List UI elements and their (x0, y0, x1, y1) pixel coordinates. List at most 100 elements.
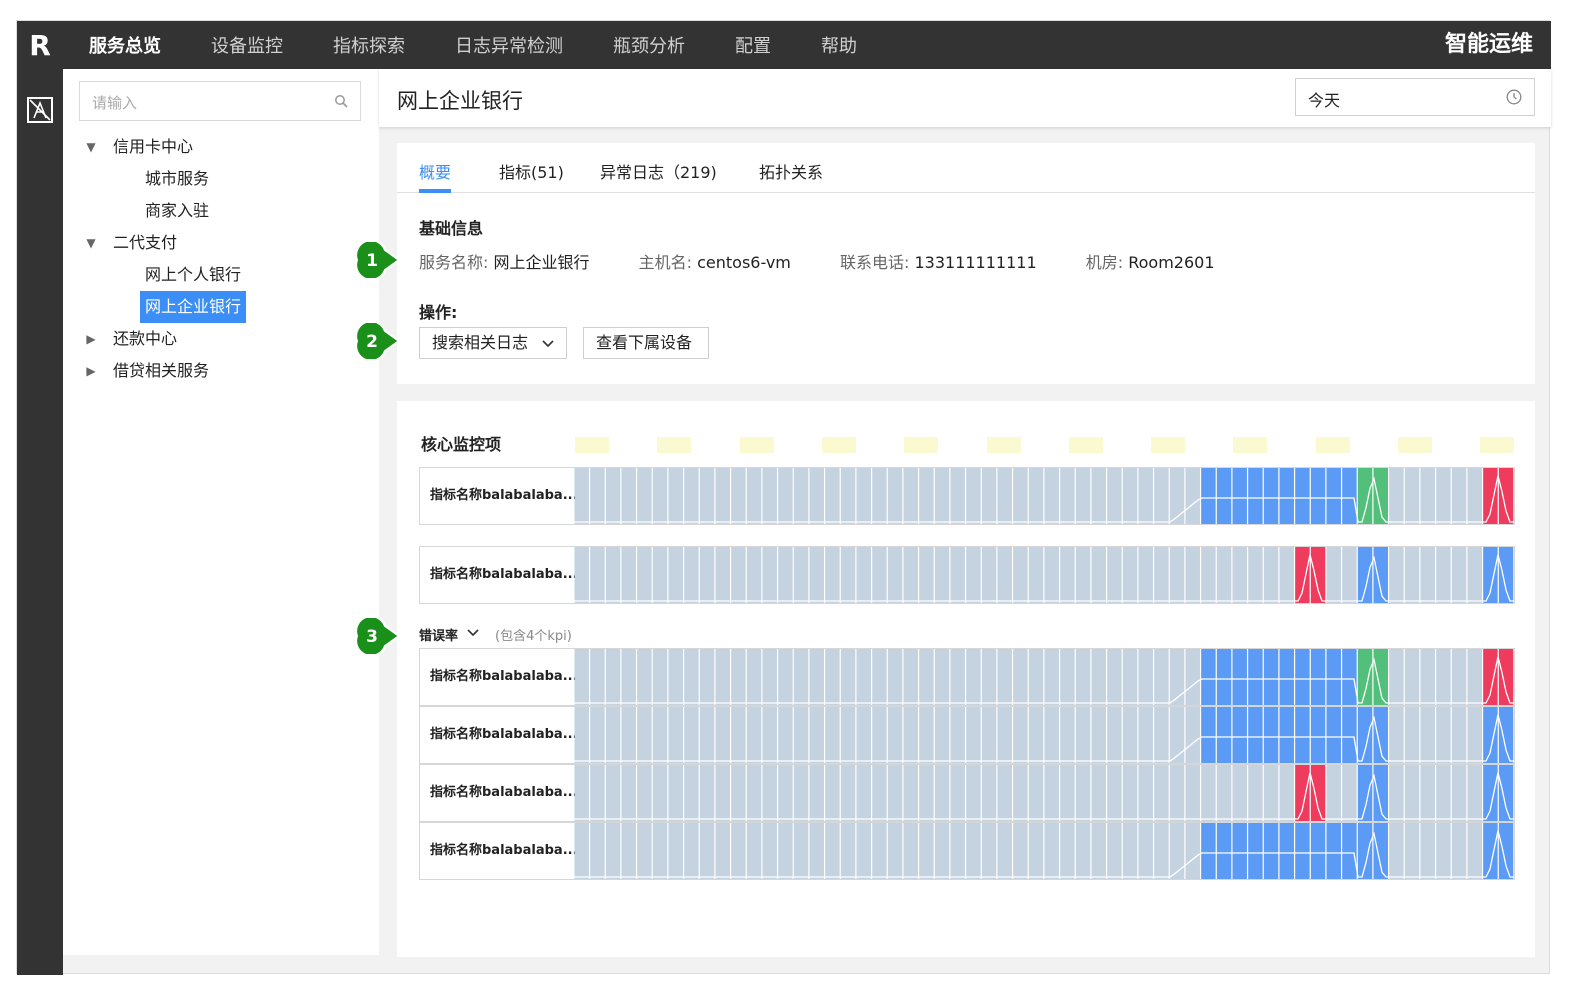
trend-line (574, 554, 1514, 602)
tab-bar: 概要 指标(51) 异常日志（219) 拓扑关系 (397, 143, 1535, 193)
heatmap-cell (1420, 823, 1435, 879)
heatmap-cell (809, 707, 824, 763)
heatmap-cell (1169, 707, 1185, 763)
heatmap-cell (1467, 707, 1482, 763)
heatmap-cell (1138, 765, 1153, 821)
tree-node-second-gen-payment[interactable]: ▼ 二代支付 (81, 227, 371, 259)
search-icon[interactable] (334, 94, 348, 108)
heatmap-cell (1451, 765, 1467, 821)
heatmap-cell (684, 468, 699, 524)
metric-row[interactable]: 指标名称balabalaba... (419, 467, 1515, 525)
metric-row-label: 指标名称balabalaba... (430, 488, 575, 503)
search-logs-dropdown[interactable]: 搜索相关日志 (419, 327, 567, 359)
nav-item-log-anomaly[interactable]: 日志异常检测 (455, 32, 563, 58)
heatmap-cell (1091, 468, 1106, 524)
heatmap-cell (1451, 547, 1467, 603)
heatmap-cell (621, 468, 636, 524)
heatmap-cell (809, 547, 824, 603)
nav-item-config[interactable]: 配置 (735, 32, 771, 58)
time-marker-chip (1233, 437, 1268, 453)
heatmap-cell (1122, 649, 1138, 705)
heatmap-cell (809, 823, 824, 879)
error-rate-group-label[interactable]: 错误率 (419, 625, 458, 644)
heatmap-cell (966, 468, 981, 524)
metric-row[interactable]: 指标名称balabalaba... (419, 822, 1515, 880)
font-a-icon[interactable] (27, 97, 53, 123)
step-badge-3: 3 (355, 618, 401, 654)
tab-overview[interactable]: 概要 (419, 159, 451, 183)
metric-row[interactable]: 指标名称balabalaba... (419, 706, 1515, 764)
heatmap-cell (590, 649, 605, 705)
search-input[interactable]: 请输入 (79, 81, 361, 121)
metric-row[interactable]: 指标名称balabalaba... (419, 546, 1515, 604)
nav-item-device-monitor[interactable]: 设备监控 (211, 32, 283, 58)
tab-topology[interactable]: 拓扑关系 (759, 159, 823, 183)
heatmap-cell (1091, 823, 1106, 879)
tab-anomaly-logs[interactable]: 异常日志（219) (600, 159, 717, 183)
heatmap-cell (731, 765, 746, 821)
nav-item-help[interactable]: 帮助 (821, 32, 857, 58)
heatmap-cell (715, 823, 730, 879)
view-devices-button[interactable]: 查看下属设备 (583, 327, 709, 359)
heatmap-cell (903, 547, 918, 603)
tree-node-corporate-banking[interactable]: 网上企业银行 (81, 291, 371, 323)
anomaly-cell (1373, 707, 1388, 763)
metric-row[interactable]: 指标名称balabalaba... (419, 648, 1515, 706)
heatmap-cell (1060, 468, 1075, 524)
heatmap-cell (793, 547, 809, 603)
heatmap-cell (746, 707, 762, 763)
caret-down-icon[interactable]: ▼ (83, 131, 99, 163)
heatmap-cell (825, 547, 840, 603)
time-marker-chip (1315, 437, 1350, 453)
heatmap-cell (1028, 707, 1044, 763)
heatmap-cell (1138, 823, 1153, 879)
anomaly-cell (1295, 649, 1310, 705)
clock-icon (1506, 89, 1522, 105)
nav-item-metric-explore[interactable]: 指标探索 (333, 32, 405, 58)
metric-row[interactable]: 指标名称balabalaba... (419, 764, 1515, 822)
heatmap-cell (699, 649, 715, 705)
anomaly-cell (1232, 649, 1247, 705)
tree-node-repayment-center[interactable]: ▶ 还款中心 (81, 323, 371, 355)
heatmap-cell (731, 823, 746, 879)
caret-right-icon[interactable]: ▶ (83, 323, 99, 355)
caret-down-icon[interactable]: ▼ (83, 227, 99, 259)
heatmap-cell (840, 707, 856, 763)
heatmap-cell (1107, 649, 1122, 705)
chevron-down-icon[interactable] (467, 628, 479, 638)
anomaly-cell (1279, 823, 1294, 879)
heatmap-cell (934, 547, 950, 603)
heatmap-cell (919, 468, 934, 524)
heatmap-cell (1185, 547, 1200, 603)
heatmap-cell (1248, 765, 1263, 821)
tree-node-merchant-entry[interactable]: 商家入驻 (81, 195, 371, 227)
service-name-label: 服务名称: (419, 253, 489, 272)
anomaly-cell (1310, 765, 1326, 821)
heatmap-cell (856, 547, 871, 603)
tree-node-personal-banking[interactable]: 网上个人银行 (81, 259, 371, 291)
app-logo[interactable]: R (17, 21, 63, 69)
nav-item-overview[interactable]: 服务总览 (89, 32, 161, 58)
step-badge-number: 2 (366, 332, 378, 352)
heatmap-cell (966, 823, 981, 879)
heatmap-cell (778, 547, 793, 603)
tree-node-loan-services[interactable]: ▶ 借贷相关服务 (81, 355, 371, 387)
heatmap-cell (950, 823, 965, 879)
anomaly-cell (1483, 649, 1498, 705)
heatmap-cell (1013, 649, 1028, 705)
heatmap-cell (903, 765, 918, 821)
tree-node-city-service[interactable]: 城市服务 (81, 163, 371, 195)
tab-metrics[interactable]: 指标(51) (499, 159, 564, 183)
time-marker-chip (1480, 437, 1515, 453)
chevron-down-icon (542, 340, 554, 348)
heatmap-cell (981, 649, 997, 705)
nav-item-bottleneck[interactable]: 瓶颈分析 (613, 32, 685, 58)
heatmap-cell (1389, 649, 1404, 705)
heatmap-cell (778, 707, 793, 763)
date-picker[interactable]: 今天 (1295, 78, 1535, 116)
heatmap-cell (997, 823, 1012, 879)
caret-right-icon[interactable]: ▶ (83, 355, 99, 387)
heatmap-cell (1420, 547, 1435, 603)
heatmap-cell (684, 649, 699, 705)
tree-node-credit-card-center[interactable]: ▼ 信用卡中心 (81, 131, 371, 163)
